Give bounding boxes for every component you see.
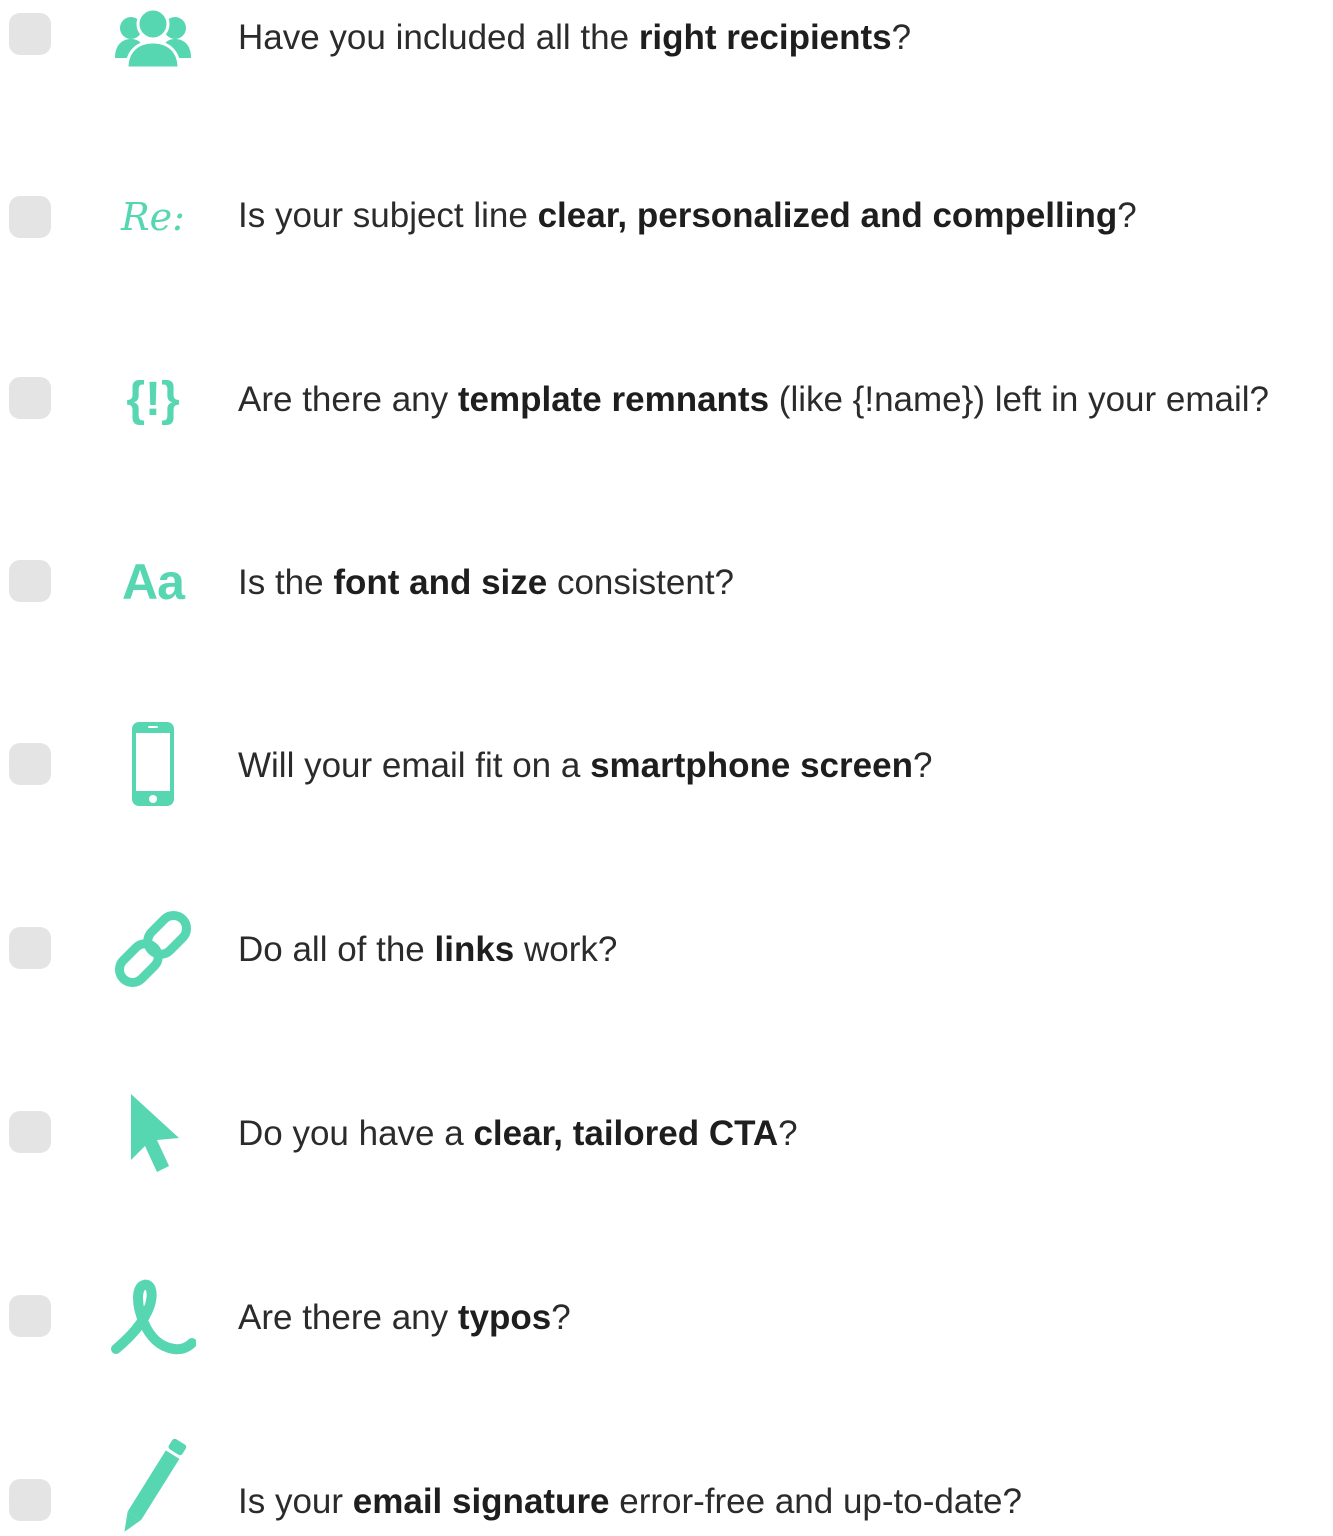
- checklist-item-template-remnants: {!} Are there any template remnants (lik…: [0, 354, 1333, 454]
- checklist-question: Do all of the links work?: [238, 930, 618, 969]
- checklist-item-links: Do all of the links work?: [0, 904, 1333, 1004]
- checklist-question: Do you have a clear, tailored CTA?: [238, 1114, 798, 1153]
- checklist-item-signature: Is your email signature error-free and u…: [0, 1436, 1333, 1536]
- checklist-question: Is the font and size consistent?: [238, 563, 735, 602]
- checklist-question: Is your subject line clear, personalized…: [238, 196, 1137, 235]
- checklist-item-cta: Do you have a clear, tailored CTA?: [0, 1088, 1333, 1188]
- checkbox[interactable]: [9, 1295, 51, 1337]
- checklist-question: Is your email signature error-free and u…: [238, 1482, 1022, 1521]
- checklist-item-subject-line: Re: Is your subject line clear, personal…: [0, 170, 1333, 270]
- checklist-item-recipients: Have you included all the right recipien…: [0, 0, 1333, 100]
- users-icon: [108, 4, 198, 74]
- checkbox[interactable]: [9, 1111, 51, 1153]
- checklist-question: Will your email fit on a smartphone scre…: [238, 746, 933, 785]
- checklist-question: Are there any typos?: [238, 1298, 571, 1337]
- checklist-item-font: Aa Is the font and size consistent?: [0, 537, 1333, 637]
- smartphone-icon: [108, 720, 198, 808]
- checkbox[interactable]: [9, 1479, 51, 1521]
- signature-loop-icon: [108, 1276, 198, 1358]
- cursor-icon: [108, 1088, 198, 1178]
- checklist-item-typos: Are there any typos?: [0, 1272, 1333, 1372]
- checkbox[interactable]: [9, 377, 51, 419]
- checkbox[interactable]: [9, 927, 51, 969]
- checklist-question: Have you included all the right recipien…: [238, 18, 912, 57]
- template-braces-icon: {!}: [126, 372, 180, 426]
- font-icon: Aa: [122, 554, 185, 610]
- checklist-item-smartphone: Will your email fit on a smartphone scre…: [0, 720, 1333, 820]
- checkbox[interactable]: [9, 13, 51, 55]
- re-icon: Re:: [121, 195, 185, 239]
- checkbox[interactable]: [9, 743, 51, 785]
- pen-icon: [108, 1436, 198, 1536]
- link-icon: [108, 908, 198, 990]
- checklist-question: Are there any template remnants (like {!…: [238, 380, 1270, 419]
- checkbox[interactable]: [9, 560, 51, 602]
- checkbox[interactable]: [9, 196, 51, 238]
